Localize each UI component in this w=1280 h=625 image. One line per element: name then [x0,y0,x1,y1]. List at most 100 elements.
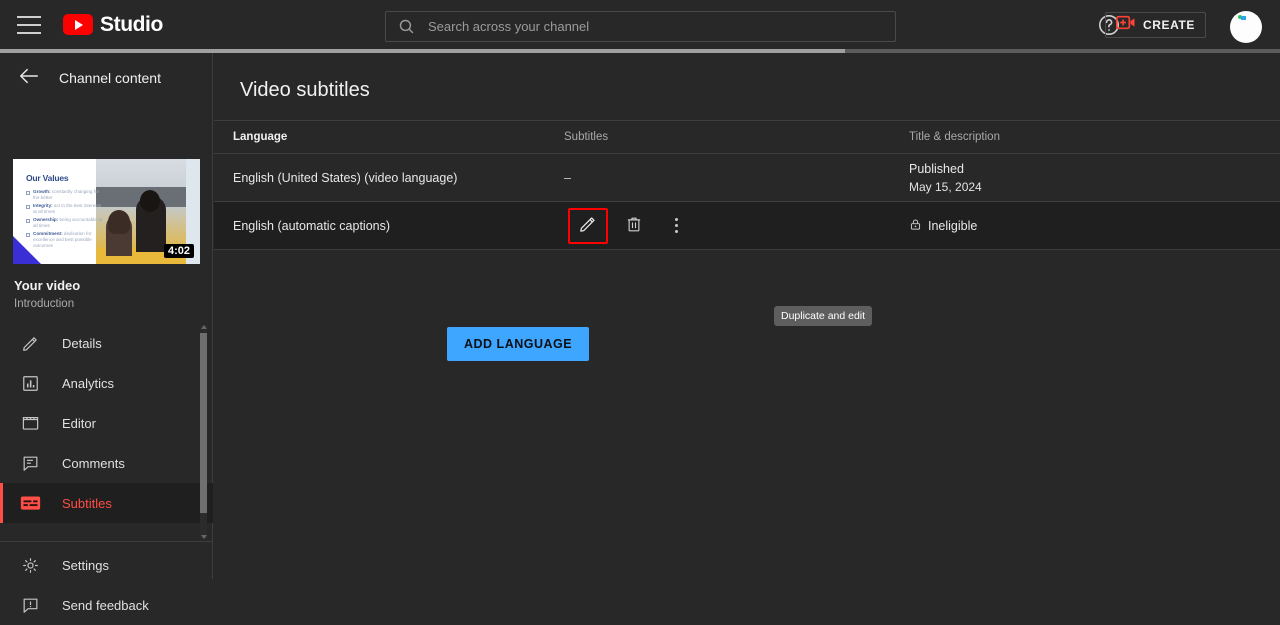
row-status: Ineligible [909,218,977,234]
avatar-dot [1241,16,1246,20]
photo-person-head [140,190,160,212]
table-header-row: Language Subtitles Title & description [214,120,1280,154]
brand-text: Studio [100,12,163,36]
hamburger-line [17,15,41,18]
lock-icon [909,218,922,234]
sidebar-nav: Details Analytics Editor Comments Subtit… [0,323,213,540]
page-title: Video subtitles [240,79,370,101]
thumbnail-bullet: Integrity: act in the best interests at … [26,203,104,215]
video-plus-icon [1115,15,1136,35]
row-status-label: Ineligible [928,218,978,233]
row-subtitles: – [564,170,571,185]
back-to-channel-content[interactable]: Channel content [0,53,212,103]
sidebar-item-analytics[interactable]: Analytics [0,363,213,403]
pencil-icon [578,214,598,237]
sidebar-item-label: Comments [62,455,125,471]
sidebar-item-label: Details [62,335,102,351]
kebab-dot [674,224,678,227]
pencil-icon [18,334,42,353]
delete-button[interactable] [614,208,654,244]
sidebar-item-send-feedback[interactable]: Send feedback [0,585,213,625]
scroll-up-arrow-icon[interactable] [201,325,207,329]
row-status-label: Published [909,161,964,176]
sidebar-item-editor[interactable]: Editor [0,403,213,443]
checkbox-glyph [26,219,30,223]
bullet-bold: Growth: [33,189,51,194]
sidebar: Channel content Our Values Growth: const… [0,53,213,613]
search-input[interactable] [428,19,895,34]
top-bar: Studio CREATE [0,0,1280,49]
video-duration-badge: 4:02 [163,244,194,258]
kebab-dot [674,218,678,221]
sidebar-item-label: Settings [62,557,109,573]
column-header-language: Language [233,131,288,143]
thumbnail-bullet: Ownership: being accountable at all time… [26,217,104,229]
youtube-logo-icon [63,14,93,35]
photo-person-head [108,210,130,234]
comment-icon [18,454,42,473]
row-actions [564,207,909,244]
scroll-down-arrow-icon[interactable] [201,535,207,539]
thumbnail-title: Our Values [26,173,69,183]
row-status-date: May 15, 2024 [909,179,982,194]
sidebar-item-label: Editor [62,415,96,431]
main-content: Video subtitles Language Subtitles Title… [214,53,1280,579]
film-clapper-icon [18,414,42,433]
edit-button[interactable] [568,207,608,244]
checkbox-glyph [26,205,30,209]
sidebar-item-label: Send feedback [62,597,149,613]
bar-chart-icon [18,374,42,393]
subtitles-table: Language Subtitles Title & description E… [214,120,1280,250]
add-language-button[interactable]: ADD LANGUAGE [447,327,590,361]
search-icon [398,18,415,35]
avatar[interactable] [1230,11,1262,43]
scrollbar-thumb[interactable] [200,333,207,513]
play-triangle [75,19,83,30]
thumbnail-bullet: Growth: constantly changing for the bett… [26,189,104,201]
sidebar-item-details[interactable]: Details [0,323,213,363]
row-action-buttons [568,207,692,244]
sidebar-item-subtitles[interactable]: Subtitles [0,483,213,523]
thumbnail-bullet-text: Ownership: being accountable at all time… [33,217,104,229]
video-title: Your video [14,278,81,293]
thumbnail-bullet-text: Commitment: dedication for excellence an… [33,231,104,249]
row-status: Published May 15, 2024 [909,162,982,194]
hamburger-icon[interactable] [17,15,41,34]
sidebar-bottom-nav: Settings Send feedback [0,545,213,625]
gear-icon [18,556,42,575]
thumbnail-bullet-text: Integrity: act in the best interests at … [33,203,104,215]
table-row[interactable]: English (United States) (video language)… [214,154,1280,202]
trash-icon [625,215,643,236]
thumbnail-corner-accent [13,236,41,264]
sidebar-scrollbar[interactable] [200,325,207,539]
checkbox-glyph [26,191,30,195]
bullet-bold: Ownership: [33,217,59,222]
studio-logo[interactable]: Studio [63,13,163,37]
more-options-button[interactable] [660,208,692,244]
sidebar-item-settings[interactable]: Settings [0,545,213,585]
arrow-left-icon [18,65,40,92]
create-button-label: CREATE [1142,18,1195,32]
search-bar[interactable] [385,11,896,42]
kebab-dot [674,230,678,233]
video-subtitle: Introduction [14,298,75,310]
create-button[interactable]: CREATE [1104,12,1206,38]
subtitles-icon [18,495,42,511]
back-label: Channel content [59,70,161,86]
table-row[interactable]: English (automatic captions) Ineligible [214,202,1280,250]
hamburger-line [17,23,41,26]
sidebar-item-label: Analytics [62,375,115,391]
bullet-bold: Integrity: [33,203,53,208]
status-badge: Ineligible [909,218,977,234]
thumbnail-bullet-text: Growth: constantly changing for the bett… [33,189,104,201]
column-header-title-description: Title & description [909,131,1000,143]
sidebar-item-label: Subtitles [62,495,112,511]
video-thumbnail[interactable]: Our Values Growth: constantly changing f… [13,159,200,264]
sidebar-item-comments[interactable]: Comments [0,443,213,483]
tooltip: Duplicate and edit [774,306,873,326]
row-language: English (automatic captions) [233,218,391,233]
sidebar-divider [0,541,213,542]
feedback-icon [18,596,42,615]
column-header-subtitles: Subtitles [564,131,609,143]
hamburger-line [17,31,41,34]
